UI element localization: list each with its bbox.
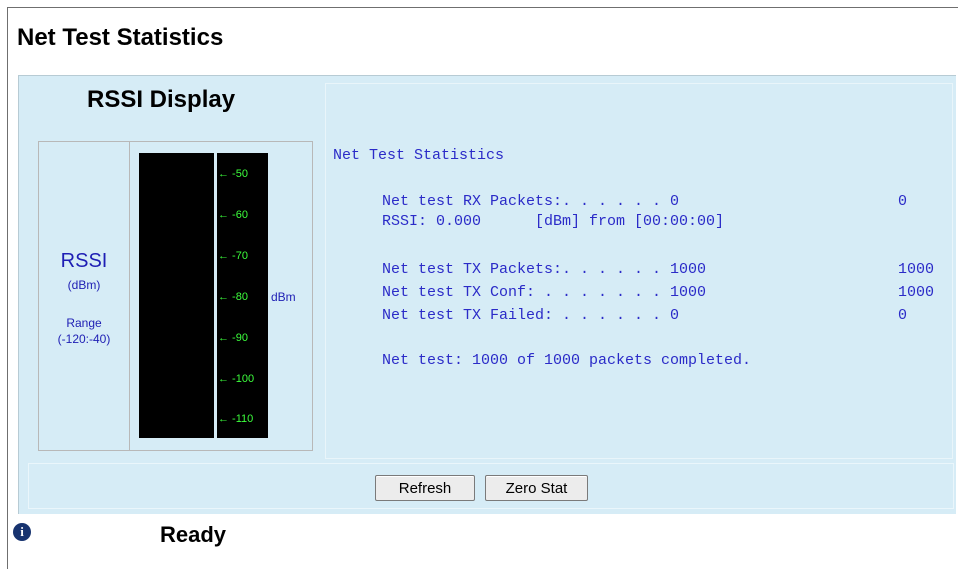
info-icon: i (13, 523, 31, 541)
rx-packets-value: 0 (898, 193, 908, 210)
zero-stat-button[interactable]: Zero Stat (485, 475, 588, 501)
net-test-summary: Net test: 1000 of 1000 packets completed… (382, 352, 752, 369)
rssi-range-value: (-120:-40) (57, 332, 111, 346)
rssi-label-box (38, 141, 130, 451)
tx-packets-line: Net test TX Packets:. . . . . . 1000 (382, 261, 707, 278)
rx-packets-line: Net test RX Packets:. . . . . . 0 (382, 193, 680, 210)
rssi-meter-bar (139, 153, 214, 438)
rssi-scale-unit: dBm (271, 290, 296, 304)
stats-heading: Net Test Statistics (333, 147, 505, 164)
rssi-unit: (dBm) (67, 278, 101, 292)
rssi-tick: ← -70 (218, 250, 248, 262)
tx-packets-value: 1000 (898, 261, 935, 278)
rssi-tick: ← -100 (218, 373, 255, 385)
rssi-tick: ← -90 (218, 332, 248, 344)
tx-conf-value: 1000 (898, 284, 935, 301)
page-title: Net Test Statistics (17, 24, 224, 51)
rssi-tick: ← -110 (218, 413, 254, 425)
tx-conf-line: Net test TX Conf: . . . . . . . 1000 (382, 284, 707, 301)
rssi-range-label: Range (66, 316, 102, 330)
tx-failed-line: Net test TX Failed: . . . . . . 0 (382, 307, 680, 324)
rssi-tick: ← -50 (218, 168, 248, 180)
rssi-display-title: RSSI Display (87, 86, 236, 113)
rssi-line: RSSI: 0.000 [dBm] from [00:00:00] (382, 213, 725, 230)
rssi-label: RSSI (60, 250, 108, 272)
rssi-tick: ← -60 (218, 209, 248, 221)
status-text: Ready (160, 522, 227, 547)
rssi-tick: ← -80 (218, 291, 248, 303)
tx-failed-value: 0 (898, 307, 908, 324)
refresh-button[interactable]: Refresh (375, 475, 475, 501)
